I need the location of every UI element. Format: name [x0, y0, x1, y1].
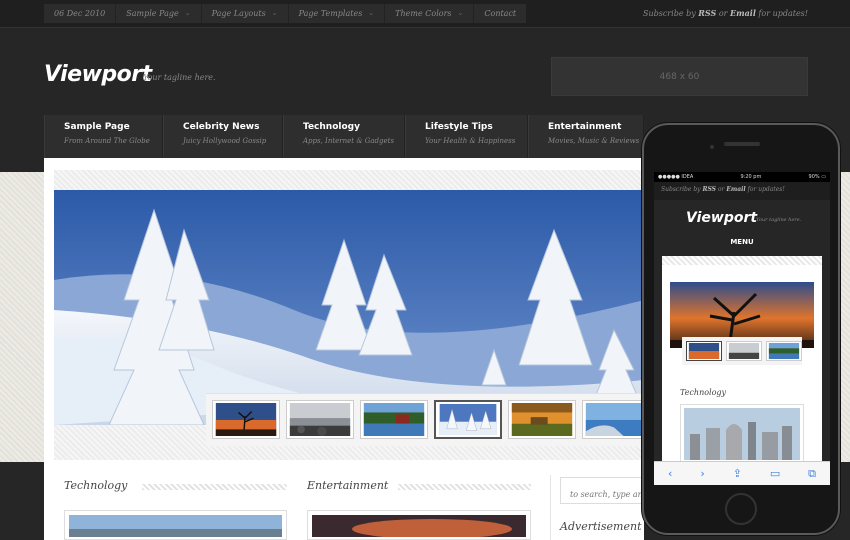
phone-thumbnail-lake-boathouse[interactable]	[766, 341, 802, 361]
main-nav-celebrity-news[interactable]: Celebrity News Juicy Hollywood Gossip	[163, 115, 283, 158]
main-nav-entertainment[interactable]: Entertainment Movies, Music & Reviews	[528, 115, 644, 158]
section-title-entertainment[interactable]: Entertainment	[307, 479, 388, 492]
back-arrow-icon[interactable]: ‹	[668, 468, 672, 479]
section-divider	[142, 484, 287, 490]
top-date: 06 Dec 2010	[44, 4, 117, 23]
phone-thumbnail-sunset-tree[interactable]	[686, 341, 722, 361]
thumbnail-sunset-tree[interactable]	[212, 400, 280, 439]
slider-thumbnails	[212, 400, 650, 439]
chevron-down-icon: ⌄	[457, 9, 464, 17]
main-nav: Sample Page From Around The Globe Celebr…	[44, 115, 644, 158]
thumbnail-rocky-shore[interactable]	[286, 400, 354, 439]
forward-arrow-icon[interactable]: ›	[700, 468, 704, 479]
top-nav: 06 Dec 2010 Sample Page ⌄ Page Layouts ⌄ P…	[44, 4, 527, 23]
nav-subtitle: Movies, Music & Reviews	[548, 137, 640, 145]
bookmarks-icon[interactable]: ▭	[770, 468, 780, 479]
top-nav-contact[interactable]: Contact	[474, 4, 526, 23]
site-logo[interactable]: Viewport	[44, 62, 152, 87]
rss-link[interactable]: RSS	[698, 8, 716, 18]
phone-screen: ●●●●● IDEA 9:20 pm 90% ▭ Subscribe by RS…	[654, 172, 830, 484]
nav-title: Lifestyle Tips	[425, 122, 493, 132]
top-nav-page-templates[interactable]: Page Templates ⌄	[289, 4, 386, 23]
featured-slide-image[interactable]	[54, 190, 644, 425]
safari-toolbar: ‹ › ⇪ ▭ ⧉	[654, 461, 830, 485]
post-thumbnail-image	[69, 515, 282, 537]
search-input[interactable]	[560, 477, 644, 504]
share-icon[interactable]: ⇪	[733, 468, 742, 479]
nav-subtitle: Juicy Hollywood Gossip	[183, 137, 267, 145]
post-card-technology[interactable]	[64, 510, 287, 540]
phone-camera	[710, 145, 714, 149]
phone-slider-thumbnails	[686, 341, 802, 361]
header-ad-placeholder[interactable]: 468 x 60	[551, 57, 808, 96]
iphone-mockup: ●●●●● IDEA 9:20 pm 90% ▭ Subscribe by RS…	[642, 123, 840, 535]
nav-title: Sample Page	[64, 122, 130, 132]
phone-email-link[interactable]: Email	[726, 186, 745, 193]
tabs-icon[interactable]: ⧉	[808, 468, 816, 479]
thumbnail-lake-boathouse[interactable]	[360, 400, 428, 439]
phone-site-logo[interactable]: Viewport	[686, 210, 757, 226]
nav-title: Technology	[303, 122, 360, 132]
phone-subscribe-text: Subscribe by RSS or Email for updates!	[654, 182, 830, 200]
carrier-label: ●●●●● IDEA	[658, 174, 694, 180]
top-nav-page-layouts[interactable]: Page Layouts ⌄	[202, 4, 289, 23]
nav-title: Celebrity News	[183, 122, 260, 132]
section-title-technology[interactable]: Technology	[64, 479, 127, 492]
top-bar: 06 Dec 2010 Sample Page ⌄ Page Layouts ⌄ P…	[0, 0, 850, 28]
sidebar-title-advertisement: Advertisement	[560, 520, 642, 533]
phone-speaker	[724, 142, 760, 146]
phone-menu-button[interactable]: MENU	[654, 238, 830, 246]
nav-subtitle: Your Health & Happiness	[425, 137, 516, 145]
city-skyline-image	[684, 408, 800, 460]
phone-post-card[interactable]	[680, 404, 804, 464]
post-card-entertainment[interactable]	[307, 510, 531, 540]
top-nav-theme-colors[interactable]: Theme Colors ⌄	[385, 4, 475, 23]
thumbnail-snow-trees[interactable]	[434, 400, 502, 439]
sidebar-divider	[550, 475, 551, 540]
phone-rss-link[interactable]: RSS	[702, 186, 716, 193]
phone-thumbnail-rocky-shore[interactable]	[726, 341, 762, 361]
time-label: 9:20 pm	[740, 174, 762, 180]
top-nav-sample-page[interactable]: Sample Page ⌄	[116, 4, 202, 23]
main-nav-sample-page[interactable]: Sample Page From Around The Globe	[44, 115, 163, 158]
subscribe-text: Subscribe by RSS or Email for updates!	[642, 8, 808, 18]
phone-status-bar: ●●●●● IDEA 9:20 pm 90% ▭	[654, 172, 830, 182]
battery-label: 90% ▭	[808, 174, 826, 180]
section-divider	[398, 484, 531, 490]
phone-home-button[interactable]	[725, 493, 757, 525]
nav-subtitle: Apps, Internet & Gadgets	[303, 137, 395, 145]
phone-pattern	[662, 256, 822, 265]
main-nav-lifestyle-tips[interactable]: Lifestyle Tips Your Health & Happiness	[405, 115, 528, 158]
main-nav-technology[interactable]: Technology Apps, Internet & Gadgets	[283, 115, 405, 158]
chevron-down-icon: ⌄	[184, 9, 191, 17]
thumbnail-coast-rocks[interactable]	[582, 400, 650, 439]
nav-subtitle: From Around The Globe	[64, 137, 150, 145]
chevron-down-icon: ⌄	[368, 9, 375, 17]
thumbnail-sunset-field[interactable]	[508, 400, 576, 439]
email-link[interactable]: Email	[730, 8, 756, 18]
chevron-down-icon: ⌄	[271, 9, 278, 17]
nav-title: Entertainment	[548, 122, 622, 132]
phone-site-tagline: Your tagline here.	[756, 217, 802, 223]
site-tagline: Your tagline here.	[143, 73, 216, 82]
snowy-mountain-image	[54, 190, 644, 425]
post-thumbnail-image	[312, 515, 526, 539]
phone-section-title-technology[interactable]: Technology	[680, 388, 726, 397]
